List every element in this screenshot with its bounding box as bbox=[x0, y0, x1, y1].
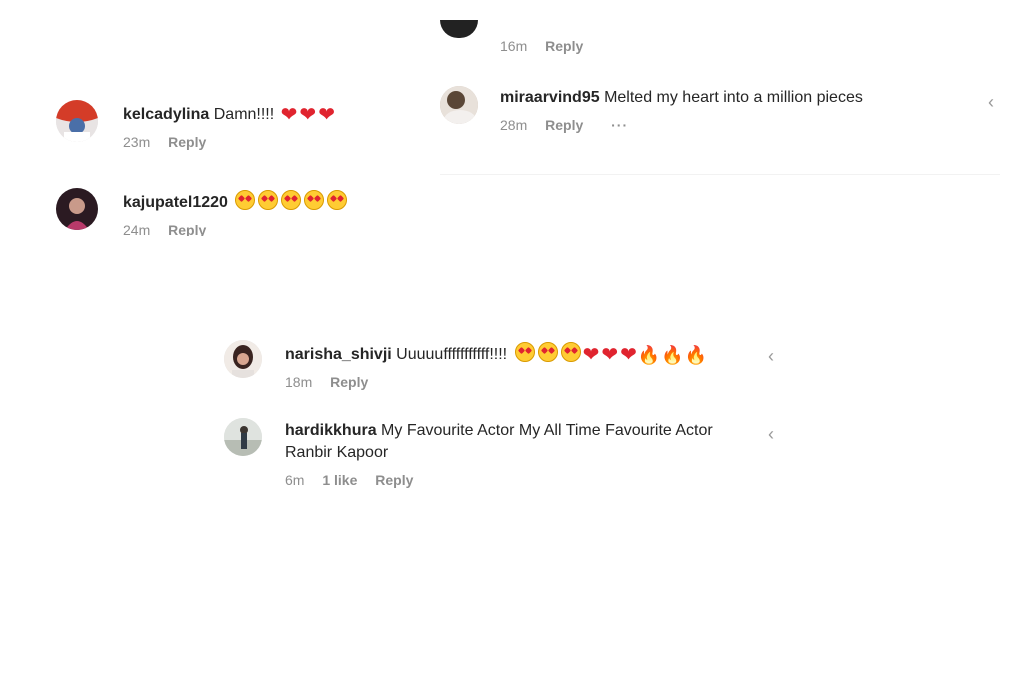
heart-emoji: ❤ bbox=[620, 344, 637, 366]
username[interactable]: kelcadylina bbox=[123, 106, 209, 123]
partial-comment-meta: 16m Reply bbox=[500, 38, 597, 54]
fire-emoji: 🔥 bbox=[661, 345, 684, 365]
avatar-image bbox=[224, 340, 262, 378]
avatar-image bbox=[56, 100, 98, 142]
chevron-left-icon[interactable]: ‹ bbox=[768, 346, 774, 367]
more-options-icon[interactable]: ··· bbox=[611, 117, 628, 133]
reply-button[interactable]: Reply bbox=[330, 374, 368, 390]
comment-time: 24m bbox=[123, 222, 151, 236]
username[interactable]: narisha_shivji bbox=[285, 346, 392, 363]
comment-text: My Favourite Actor My All Time Favourite… bbox=[381, 422, 713, 439]
top-right-comments: 16m Reply miraarvind95 Melted my heart i… bbox=[440, 0, 1024, 180]
heart-eyes-emoji bbox=[327, 190, 348, 210]
fire-emoji: 🔥 bbox=[637, 345, 661, 365]
heart-emoji: ❤ bbox=[601, 344, 619, 366]
username[interactable]: hardikkhura bbox=[285, 422, 377, 439]
bottom-comments: narisha_shivji Uuuuufffffffffff!!!! ❤ ❤ ❤🔥… bbox=[224, 336, 784, 506]
heart-eyes-emoji bbox=[560, 342, 581, 362]
comment-time: 23m bbox=[123, 134, 151, 150]
avatar[interactable] bbox=[56, 100, 98, 142]
avatar[interactable] bbox=[224, 340, 262, 378]
avatar-image bbox=[56, 188, 98, 230]
heart-emoji: ❤ bbox=[280, 104, 298, 126]
chevron-left-icon[interactable]: ‹ bbox=[988, 92, 994, 113]
comment-text: Uuuuufffffffffff!!!! bbox=[396, 346, 508, 363]
heart-eyes-emoji bbox=[514, 342, 535, 362]
heart-eyes-emoji bbox=[235, 190, 256, 210]
heart-eyes-emoji bbox=[258, 190, 279, 210]
comment-text-continued: Ranbir Kapoor bbox=[285, 444, 389, 461]
avatar[interactable] bbox=[56, 188, 98, 230]
avatar[interactable] bbox=[224, 418, 262, 456]
comment-time: 18m bbox=[285, 374, 313, 390]
username[interactable]: miraarvind95 bbox=[500, 89, 600, 106]
heart-eyes-emoji bbox=[304, 190, 325, 210]
comment-time: 6m bbox=[285, 472, 305, 488]
reply-button[interactable]: Reply bbox=[545, 38, 583, 54]
heart-emoji: ❤ bbox=[582, 344, 600, 366]
reply-button[interactable]: Reply bbox=[168, 134, 206, 150]
comment-text: Damn!!!! bbox=[213, 106, 275, 123]
avatar-image bbox=[224, 418, 262, 456]
likes-count[interactable]: 1 like bbox=[322, 472, 357, 488]
divider bbox=[440, 174, 1000, 175]
avatar-image bbox=[440, 86, 478, 124]
chevron-left-icon[interactable]: ‹ bbox=[768, 424, 774, 445]
avatar[interactable] bbox=[440, 86, 478, 124]
username[interactable]: kajupatel1220 bbox=[123, 194, 228, 211]
heart-eyes-emoji bbox=[537, 342, 558, 362]
comment-time: 16m bbox=[500, 38, 528, 54]
heart-emoji: ❤ bbox=[299, 104, 317, 126]
avatar[interactable] bbox=[440, 20, 478, 38]
heart-emoji: ❤ bbox=[318, 104, 335, 126]
reply-button[interactable]: Reply bbox=[168, 222, 206, 236]
comment-time: 28m bbox=[500, 117, 528, 133]
comment-text: Melted my heart into a million pieces bbox=[604, 89, 863, 106]
fire-emoji: 🔥 bbox=[684, 345, 708, 365]
top-left-comments: kelcadylina Damn!!!! ❤ ❤ ❤ 23m Reply kajup… bbox=[56, 96, 436, 236]
heart-eyes-emoji bbox=[281, 190, 302, 210]
reply-button[interactable]: Reply bbox=[375, 472, 413, 488]
reply-button[interactable]: Reply bbox=[545, 117, 583, 133]
